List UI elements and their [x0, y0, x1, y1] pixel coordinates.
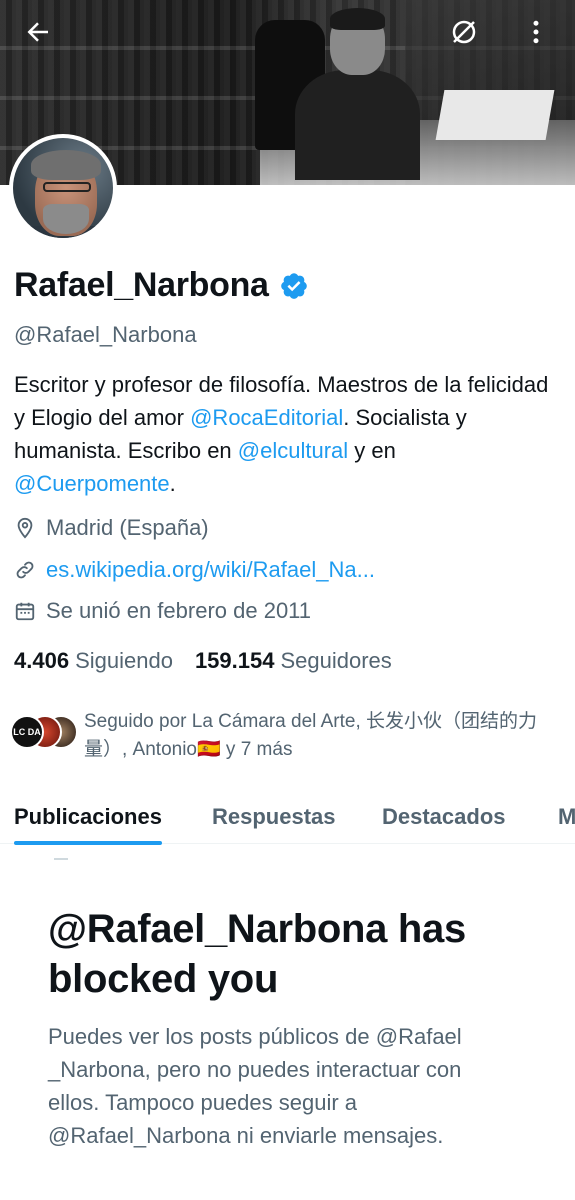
- location-row: Madrid (España): [14, 515, 209, 541]
- followed-by-row[interactable]: LC DA Seguido por La Cámara del Arte, 长发…: [10, 708, 554, 764]
- slash-circle-icon: [452, 20, 476, 44]
- link-icon: [16, 561, 34, 579]
- profile-bio: Escritor y profesor de filosofía. Maestr…: [14, 368, 559, 500]
- divider: [54, 858, 68, 860]
- mention-link[interactable]: @RocaEditorial: [190, 405, 343, 430]
- vertical-ellipsis-icon: [533, 20, 539, 44]
- display-name: Rafael_Narbona: [14, 266, 269, 304]
- blocked-title: @Rafael_Narbona has blocked you: [48, 907, 466, 1001]
- mention-link[interactable]: @elcultural: [238, 438, 348, 463]
- followers-label: Seguidores: [280, 648, 392, 673]
- avatar: LC DA: [10, 715, 44, 749]
- location-pin-icon: [17, 517, 33, 539]
- arrow-left-icon: [27, 22, 48, 42]
- tab-respuestas[interactable]: Respuestas: [212, 790, 336, 844]
- followed-by-text: Seguido por La Cámara del Arte, 长发小伙（团结的…: [84, 711, 538, 760]
- calendar-icon: [15, 602, 35, 621]
- mutual-avatars: LC DA: [10, 715, 78, 753]
- more-options-button[interactable]: [516, 12, 556, 52]
- website-link[interactable]: es.wikipedia.org/wiki/Rafael_Na...: [46, 557, 375, 583]
- avatar-photo: [13, 138, 113, 238]
- following-label: Siguiendo: [75, 648, 173, 673]
- tab-destacados[interactable]: Destacados: [382, 790, 506, 844]
- tab-publicaciones[interactable]: Publicaciones: [14, 790, 162, 845]
- blocked-description: Puedes ver los posts públicos de @Rafael…: [48, 1024, 462, 1148]
- user-handle: @Rafael_Narbona: [14, 322, 197, 347]
- following-stat[interactable]: 4.406 Siguiendo: [14, 648, 173, 674]
- location-text: Madrid (España): [46, 515, 209, 540]
- website-row[interactable]: es.wikipedia.org/wiki/Rafael_Na...: [14, 557, 375, 583]
- follow-stats: 4.406 Siguiendo 159.154 Seguidores: [14, 648, 392, 674]
- profile-tabs: Publicaciones Respuestas Destacados M: [0, 790, 575, 845]
- display-name-row: Rafael_Narbona: [14, 266, 309, 305]
- verified-badge-icon[interactable]: [279, 271, 309, 301]
- banner-person: [285, 8, 425, 180]
- joined-row: Se unió en febrero de 2011: [14, 598, 311, 624]
- bio-text: .: [169, 471, 176, 496]
- followers-stat[interactable]: 159.154 Seguidores: [195, 648, 392, 674]
- followers-count: 159.154: [194, 648, 275, 673]
- joined-text: Se unió en febrero de 2011: [46, 598, 312, 623]
- bio-text: y en: [348, 438, 396, 463]
- tab-multimedia[interactable]: M: [558, 790, 575, 844]
- following-count: 4.406: [14, 648, 70, 673]
- profile-avatar[interactable]: [9, 134, 117, 242]
- banner-papers: [435, 90, 555, 140]
- mention-link[interactable]: @Cuerpomente: [14, 471, 170, 496]
- back-button[interactable]: [18, 12, 58, 52]
- muted-indicator-button[interactable]: [444, 12, 484, 52]
